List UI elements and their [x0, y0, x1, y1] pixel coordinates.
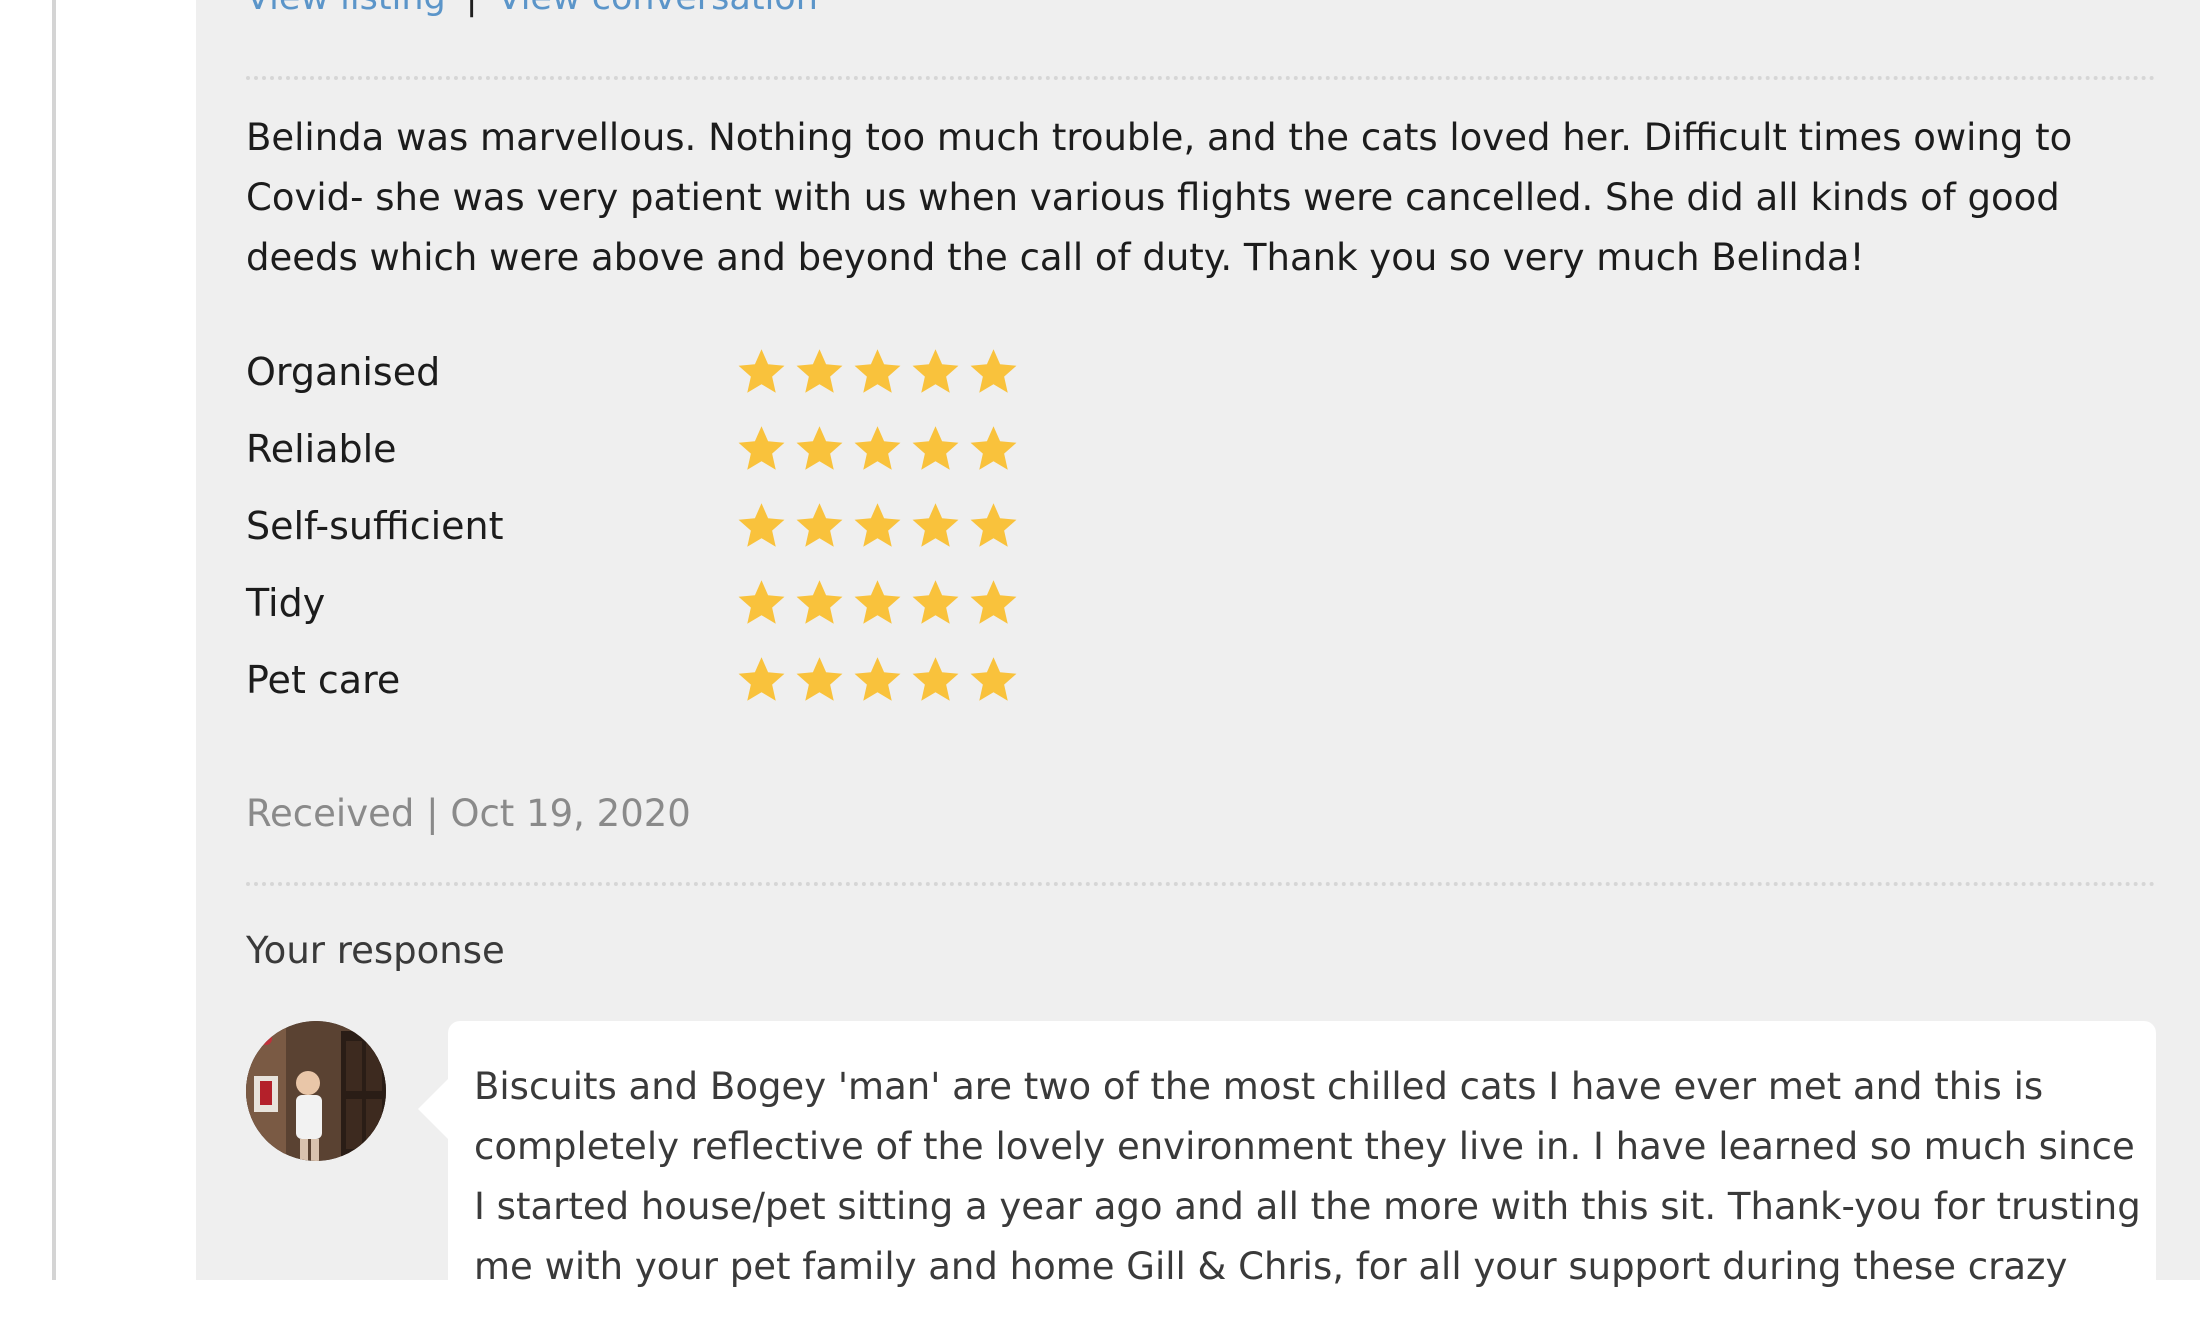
- star-rating: [736, 346, 1019, 397]
- star-icon: [854, 503, 901, 547]
- rating-row-organised: Organised: [246, 333, 1019, 410]
- star-icon: [854, 349, 901, 393]
- star-rating: [736, 654, 1019, 705]
- star-icon: [854, 426, 901, 470]
- rating-label: Self-sufficient: [246, 503, 504, 548]
- response-text: Biscuits and Bogey 'man' are two of the …: [474, 1065, 2141, 1288]
- star-rating: [736, 577, 1019, 628]
- review-text: Belinda was marvellous. Nothing too much…: [246, 116, 2073, 279]
- star-icon: [970, 503, 1017, 547]
- view-listing-link[interactable]: View listing: [246, 0, 446, 18]
- star-icon: [796, 503, 843, 547]
- rating-label: Organised: [246, 349, 441, 394]
- rating-row-pet-care: Pet care: [246, 641, 1019, 718]
- rating-label: Tidy: [246, 580, 326, 625]
- left-border: [52, 0, 56, 1280]
- link-separator: |: [466, 0, 478, 18]
- star-icon: [912, 349, 959, 393]
- review-card: View listing | View conversation Belinda…: [196, 0, 2200, 1321]
- star-icon: [912, 503, 959, 547]
- rating-row-self-sufficient: Self-sufficient: [246, 487, 1019, 564]
- star-rating: [736, 500, 1019, 551]
- star-rating: [736, 423, 1019, 474]
- received-date: Received | Oct 19, 2020: [246, 792, 691, 835]
- star-icon: [738, 503, 785, 547]
- star-icon: [738, 657, 785, 701]
- response-bubble: Biscuits and Bogey 'man' are two of the …: [418, 1021, 2156, 1321]
- star-icon: [912, 426, 959, 470]
- star-icon: [854, 580, 901, 624]
- avatar[interactable]: [246, 1021, 386, 1161]
- response-heading: Your response: [246, 929, 505, 972]
- star-icon: [970, 426, 1017, 470]
- ratings-list: Organised Reliable Self-sufficient Tidy …: [246, 333, 1019, 718]
- star-icon: [854, 657, 901, 701]
- star-icon: [796, 349, 843, 393]
- star-icon: [970, 657, 1017, 701]
- rating-row-reliable: Reliable: [246, 410, 1019, 487]
- divider: [246, 76, 2156, 80]
- divider: [246, 882, 2156, 886]
- star-icon: [912, 580, 959, 624]
- star-icon: [738, 426, 785, 470]
- star-icon: [738, 580, 785, 624]
- rating-label: Pet care: [246, 657, 401, 702]
- rating-row-tidy: Tidy: [246, 564, 1019, 641]
- star-icon: [738, 349, 785, 393]
- star-icon: [970, 349, 1017, 393]
- star-icon: [796, 580, 843, 624]
- review-links: View listing | View conversation: [246, 0, 818, 18]
- star-icon: [796, 657, 843, 701]
- star-icon: [912, 657, 959, 701]
- star-icon: [796, 426, 843, 470]
- avatar-photo: [246, 1021, 386, 1161]
- star-icon: [970, 580, 1017, 624]
- view-conversation-link[interactable]: View conversation: [498, 0, 818, 18]
- rating-label: Reliable: [246, 426, 397, 471]
